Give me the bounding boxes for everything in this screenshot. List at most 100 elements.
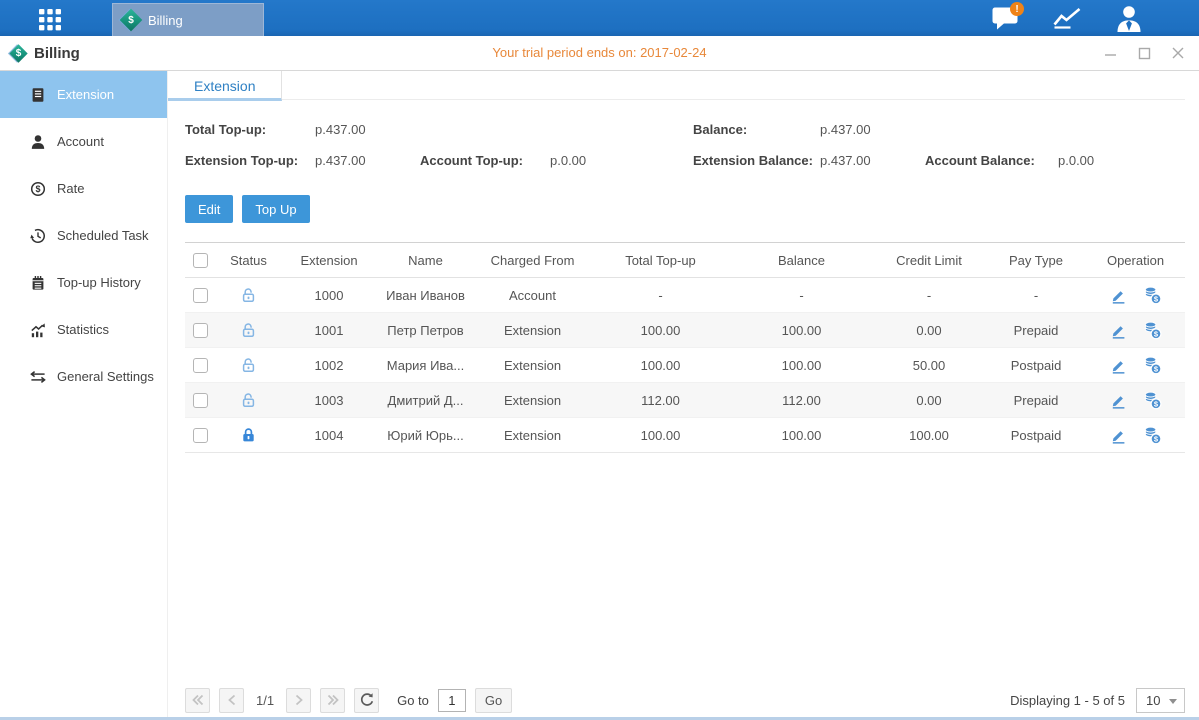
page-size-select[interactable]: 10 [1136, 688, 1185, 713]
topup-coins-icon[interactable] [1143, 286, 1162, 305]
cell-name: Дмитрий Д... [376, 383, 475, 418]
row-checkbox[interactable] [193, 358, 208, 373]
unlocked-icon[interactable] [240, 287, 257, 304]
cell-charged-from: Extension [475, 418, 590, 453]
svg-text:$: $ [35, 184, 40, 194]
person-icon [30, 134, 46, 150]
cell-charged-from: Extension [475, 383, 590, 418]
table-row: 1003 Дмитрий Д... Extension 112.00 112.0… [185, 383, 1185, 418]
edit-pencil-icon[interactable] [1110, 392, 1127, 409]
minimize-icon[interactable] [1103, 46, 1117, 60]
maximize-icon[interactable] [1137, 46, 1151, 60]
cell-credit-limit: 100.00 [872, 418, 986, 453]
cell-total-topup: 100.00 [590, 313, 731, 348]
history-clock-icon [30, 228, 46, 244]
pagination-bar: 1/1 Go to Go Displaying 1 - 5 of 5 10 [185, 686, 1185, 714]
first-page-button[interactable] [185, 688, 210, 713]
col-status: Status [215, 243, 282, 278]
cell-balance: 100.00 [731, 348, 872, 383]
select-all-checkbox[interactable] [193, 253, 208, 268]
cell-balance: 100.00 [731, 418, 872, 453]
sidebar-item-label: Rate [57, 181, 84, 196]
dollar-circle-icon: $ [30, 181, 46, 197]
sidebar-item-scheduled-task[interactable]: Scheduled Task [0, 212, 167, 259]
sidebar-item-extension[interactable]: Extension [0, 71, 167, 118]
cell-name: Петр Петров [376, 313, 475, 348]
window-titlebar: $ Billing Your trial period ends on: 201… [0, 36, 1199, 71]
bar-chart-icon [30, 322, 46, 338]
extension-table: Status Extension Name Charged From Total… [185, 242, 1185, 453]
page-size-value: 10 [1146, 693, 1160, 708]
sidebar-item-label: Extension [57, 87, 114, 102]
refresh-icon[interactable] [354, 688, 379, 713]
table-row: 1001 Петр Петров Extension 100.00 100.00… [185, 313, 1185, 348]
cell-total-topup: 100.00 [590, 418, 731, 453]
sidebar-item-account[interactable]: Account [0, 118, 167, 165]
topup-button[interactable]: Top Up [242, 195, 309, 223]
cell-credit-limit: 0.00 [872, 383, 986, 418]
sidebar-item-general-settings[interactable]: General Settings [0, 353, 167, 400]
cell-extension: 1000 [282, 278, 376, 313]
trial-notice: Your trial period ends on: 2017-02-24 [0, 36, 1199, 70]
cell-extension: 1002 [282, 348, 376, 383]
topup-coins-icon[interactable] [1143, 321, 1162, 340]
page-indicator: 1/1 [256, 693, 274, 708]
col-extension: Extension [282, 243, 376, 278]
edit-pencil-icon[interactable] [1110, 287, 1127, 304]
last-page-button[interactable] [320, 688, 345, 713]
balance-value: p.437.00 [820, 122, 871, 137]
displaying-text: Displaying 1 - 5 of 5 [1010, 693, 1125, 708]
row-checkbox[interactable] [193, 288, 208, 303]
row-checkbox[interactable] [193, 393, 208, 408]
edit-pencil-icon[interactable] [1110, 427, 1127, 444]
cell-total-topup: 100.00 [590, 348, 731, 383]
chat-bubble-icon[interactable]: ! [990, 4, 1020, 32]
total-topup-value: p.437.00 [315, 122, 366, 137]
taskbar-tab-billing[interactable]: $ Billing [112, 3, 264, 36]
edit-pencil-icon[interactable] [1110, 322, 1127, 339]
col-total-topup: Total Top-up [590, 243, 731, 278]
sidebar: Extension Account $ Rate [0, 71, 168, 720]
close-icon[interactable] [1171, 46, 1185, 60]
edit-pencil-icon[interactable] [1110, 357, 1127, 374]
cell-charged-from: Extension [475, 313, 590, 348]
account-topup-value: p.0.00 [550, 153, 586, 168]
table-row: 1000 Иван Иванов Account - - - - [185, 278, 1185, 313]
prev-page-button[interactable] [219, 688, 244, 713]
edit-button[interactable]: Edit [185, 195, 233, 223]
sidebar-item-label: Account [57, 134, 104, 149]
row-checkbox[interactable] [193, 428, 208, 443]
row-checkbox[interactable] [193, 323, 208, 338]
cell-total-topup: - [590, 278, 731, 313]
unlocked-icon[interactable] [240, 357, 257, 374]
cell-name: Мария Ива... [376, 348, 475, 383]
total-topup-label: Total Top-up: [185, 122, 266, 137]
ledger-icon [30, 87, 46, 103]
topup-coins-icon[interactable] [1143, 426, 1162, 445]
app-grid-icon[interactable] [36, 5, 64, 32]
tab-extension[interactable]: Extension [168, 71, 282, 101]
table-row: 1002 Мария Ива... Extension 100.00 100.0… [185, 348, 1185, 383]
cell-name: Иван Иванов [376, 278, 475, 313]
topup-coins-icon[interactable] [1143, 356, 1162, 375]
next-page-button[interactable] [286, 688, 311, 713]
extension-topup-value: p.437.00 [315, 153, 366, 168]
account-topup-label: Account Top-up: [420, 153, 523, 168]
cell-charged-from: Extension [475, 348, 590, 383]
window-controls [1103, 36, 1185, 70]
person-icon[interactable] [1114, 4, 1144, 32]
topup-coins-icon[interactable] [1143, 391, 1162, 410]
unlocked-icon[interactable] [240, 392, 257, 409]
goto-label: Go to [397, 693, 429, 708]
unlocked-icon[interactable] [240, 322, 257, 339]
cell-extension: 1003 [282, 383, 376, 418]
locked-icon[interactable] [240, 427, 257, 444]
sidebar-item-statistics[interactable]: Statistics [0, 306, 167, 353]
goto-page-input[interactable] [438, 689, 466, 712]
line-chart-icon[interactable] [1052, 4, 1082, 32]
tabstrip-divider [276, 99, 1185, 100]
sidebar-item-rate[interactable]: $ Rate [0, 165, 167, 212]
balance-label: Balance: [693, 122, 747, 137]
sidebar-item-topup-history[interactable]: Top-up History [0, 259, 167, 306]
go-button[interactable]: Go [475, 688, 512, 713]
